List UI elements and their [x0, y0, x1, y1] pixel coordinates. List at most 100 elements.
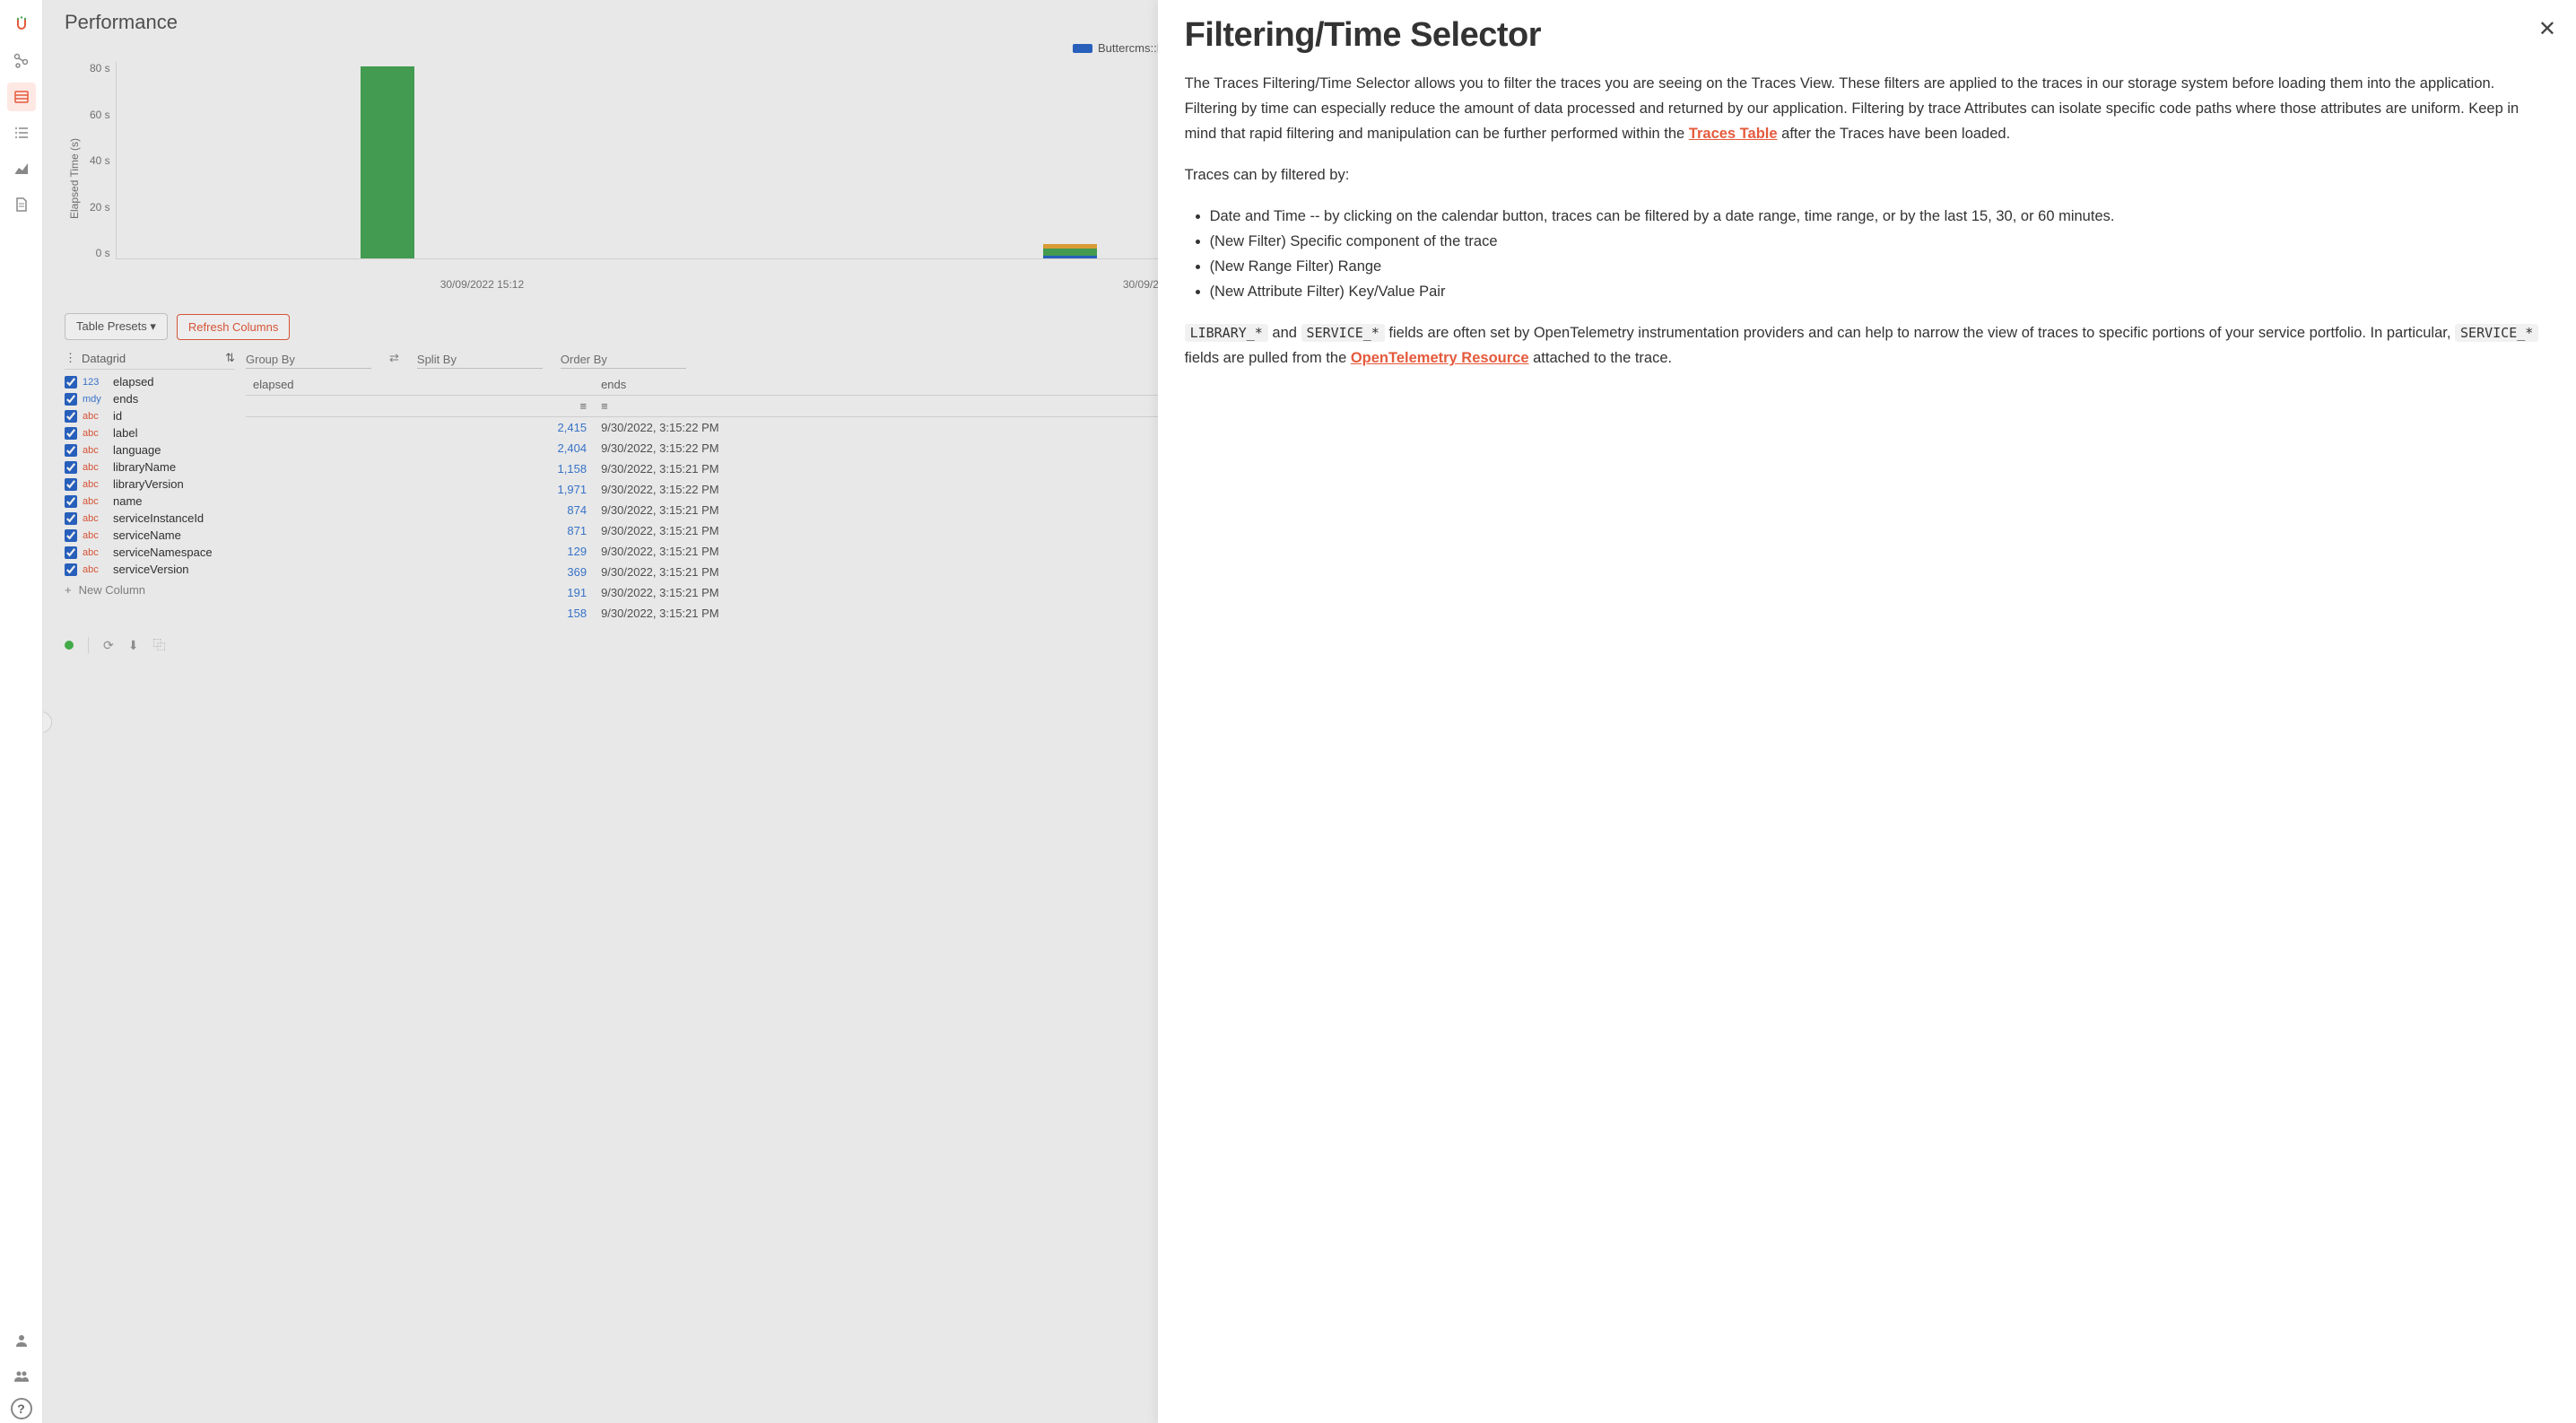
column-checkbox[interactable] — [65, 563, 77, 576]
column-item[interactable]: abcid — [65, 407, 235, 424]
cell-elapsed: 158 — [246, 603, 594, 624]
logo-icon[interactable] — [7, 11, 36, 39]
cell-elapsed: 874 — [246, 500, 594, 520]
split-by-input[interactable] — [417, 351, 543, 369]
column-name: elapsed — [113, 375, 154, 388]
user-icon[interactable] — [7, 1326, 36, 1355]
help-bullet: Date and Time -- by clicking on the cale… — [1210, 204, 2549, 229]
column-name: serviceInstanceId — [113, 511, 204, 525]
column-checkbox[interactable] — [65, 546, 77, 559]
column-checkbox[interactable] — [65, 393, 77, 406]
column-item[interactable]: abc serviceInstanceId — [65, 510, 235, 527]
sidebar: ? — [0, 0, 43, 1423]
column-item[interactable]: abc libraryName — [65, 458, 235, 476]
column-item[interactable]: abc serviceNamespace — [65, 544, 235, 561]
column-item[interactable]: mdyends — [65, 390, 235, 407]
help-bullet: (New Range Filter) Range — [1210, 254, 2549, 279]
bar — [1043, 244, 1097, 249]
column-checkbox[interactable] — [65, 512, 77, 525]
chart-icon[interactable] — [7, 154, 36, 183]
help-bullet: (New Attribute Filter) Key/Value Pair — [1210, 279, 2549, 304]
column-name: name — [113, 494, 143, 508]
column-name: id — [113, 409, 122, 423]
type-tag: mdy — [83, 394, 108, 405]
type-tag: abc — [83, 547, 108, 558]
column-item[interactable]: 123 elapsed — [65, 373, 235, 390]
expand-handle-icon[interactable]: › — [43, 712, 52, 733]
help-icon[interactable]: ? — [11, 1398, 32, 1419]
column-name: libraryVersion — [113, 477, 184, 491]
type-tag: abc — [83, 496, 108, 507]
column-checkbox[interactable] — [65, 444, 77, 457]
bar — [1043, 256, 1097, 258]
status-dot-icon — [65, 641, 74, 650]
column-item[interactable]: abclabel — [65, 424, 235, 441]
column-item[interactable]: abc serviceVersion — [65, 561, 235, 578]
users-icon[interactable] — [7, 1362, 36, 1391]
traces-table-link[interactable]: Traces Table — [1689, 126, 1778, 142]
copy-icon[interactable]: ⿻ — [152, 636, 165, 654]
column-name: serviceNamespace — [113, 546, 213, 559]
table-presets-button[interactable]: Table Presets ▾ — [65, 313, 168, 340]
y-axis-label: Elapsed Time (s) — [65, 62, 84, 295]
y-axis: 80 s60 s40 s20 s0 s — [84, 62, 116, 259]
code-service: SERVICE_* — [1301, 324, 1385, 342]
table-icon[interactable] — [7, 83, 36, 111]
order-by-input[interactable] — [561, 351, 686, 369]
column-name: ends — [113, 392, 138, 406]
otel-resource-link[interactable]: OpenTelemetry Resource — [1351, 350, 1529, 366]
type-tag: 123 — [83, 377, 108, 388]
bar — [361, 66, 414, 259]
refresh-columns-button[interactable]: Refresh Columns — [177, 314, 290, 340]
table-header[interactable]: elapsed — [246, 374, 594, 396]
code-service2: SERVICE_* — [2455, 324, 2538, 342]
column-item[interactable]: abc serviceName — [65, 527, 235, 544]
sort-icon[interactable]: ⇅ — [225, 351, 235, 365]
help-paragraph: LIBRARY_* and SERVICE_* fields are often… — [1185, 320, 2549, 371]
column-checkbox[interactable] — [65, 529, 77, 542]
close-icon[interactable]: ✕ — [2538, 16, 2556, 42]
column-item[interactable]: abcname — [65, 493, 235, 510]
cell-elapsed: 871 — [246, 520, 594, 541]
column-checkbox[interactable] — [65, 495, 77, 508]
drag-icon[interactable]: ⋮ — [65, 351, 76, 365]
type-tag: abc — [83, 462, 108, 473]
graph-icon[interactable] — [7, 47, 36, 75]
column-name: serviceVersion — [113, 563, 189, 576]
columns-panel: ⋮ Datagrid ⇅ 123elapsedmdyendsabcidabcla… — [65, 351, 235, 624]
swap-icon[interactable]: ⇄ — [389, 351, 399, 369]
column-checkbox[interactable] — [65, 427, 77, 440]
plus-icon: + — [65, 583, 72, 597]
group-by-input[interactable] — [246, 351, 371, 369]
type-tag: abc — [83, 530, 108, 541]
help-title: Filtering/Time Selector — [1185, 16, 2549, 55]
document-icon[interactable] — [7, 190, 36, 219]
type-tag: abc — [83, 479, 108, 490]
column-name: libraryName — [113, 460, 176, 474]
cell-elapsed: 2,415 — [246, 417, 594, 439]
column-item[interactable]: abc libraryVersion — [65, 476, 235, 493]
type-tag: abc — [83, 411, 108, 422]
help-panel: ✕ Filtering/Time Selector The Traces Fil… — [1158, 0, 2576, 1423]
type-tag: abc — [83, 564, 108, 575]
cell-elapsed: 369 — [246, 562, 594, 582]
help-bullet: (New Filter) Specific component of the t… — [1210, 229, 2549, 254]
column-checkbox[interactable] — [65, 478, 77, 491]
column-name: serviceName — [113, 528, 181, 542]
column-item[interactable]: abclanguage — [65, 441, 235, 458]
help-bullet-list: Date and Time -- by clicking on the cale… — [1185, 204, 2549, 304]
cell-elapsed: 191 — [246, 582, 594, 603]
type-tag: abc — [83, 513, 108, 524]
list-icon[interactable] — [7, 118, 36, 147]
column-checkbox[interactable] — [65, 461, 77, 474]
help-paragraph: The Traces Filtering/Time Selector allow… — [1185, 71, 2549, 146]
cell-elapsed: 1,971 — [246, 479, 594, 500]
download-icon[interactable]: ⬇ — [128, 638, 139, 653]
column-checkbox[interactable] — [65, 376, 77, 388]
column-checkbox[interactable] — [65, 410, 77, 423]
refresh-icon[interactable]: ⟳ — [103, 638, 114, 653]
bar — [1043, 249, 1097, 256]
column-name: language — [113, 443, 161, 457]
cell-elapsed: 1,158 — [246, 458, 594, 479]
new-column-button[interactable]: + New Column — [65, 578, 235, 597]
